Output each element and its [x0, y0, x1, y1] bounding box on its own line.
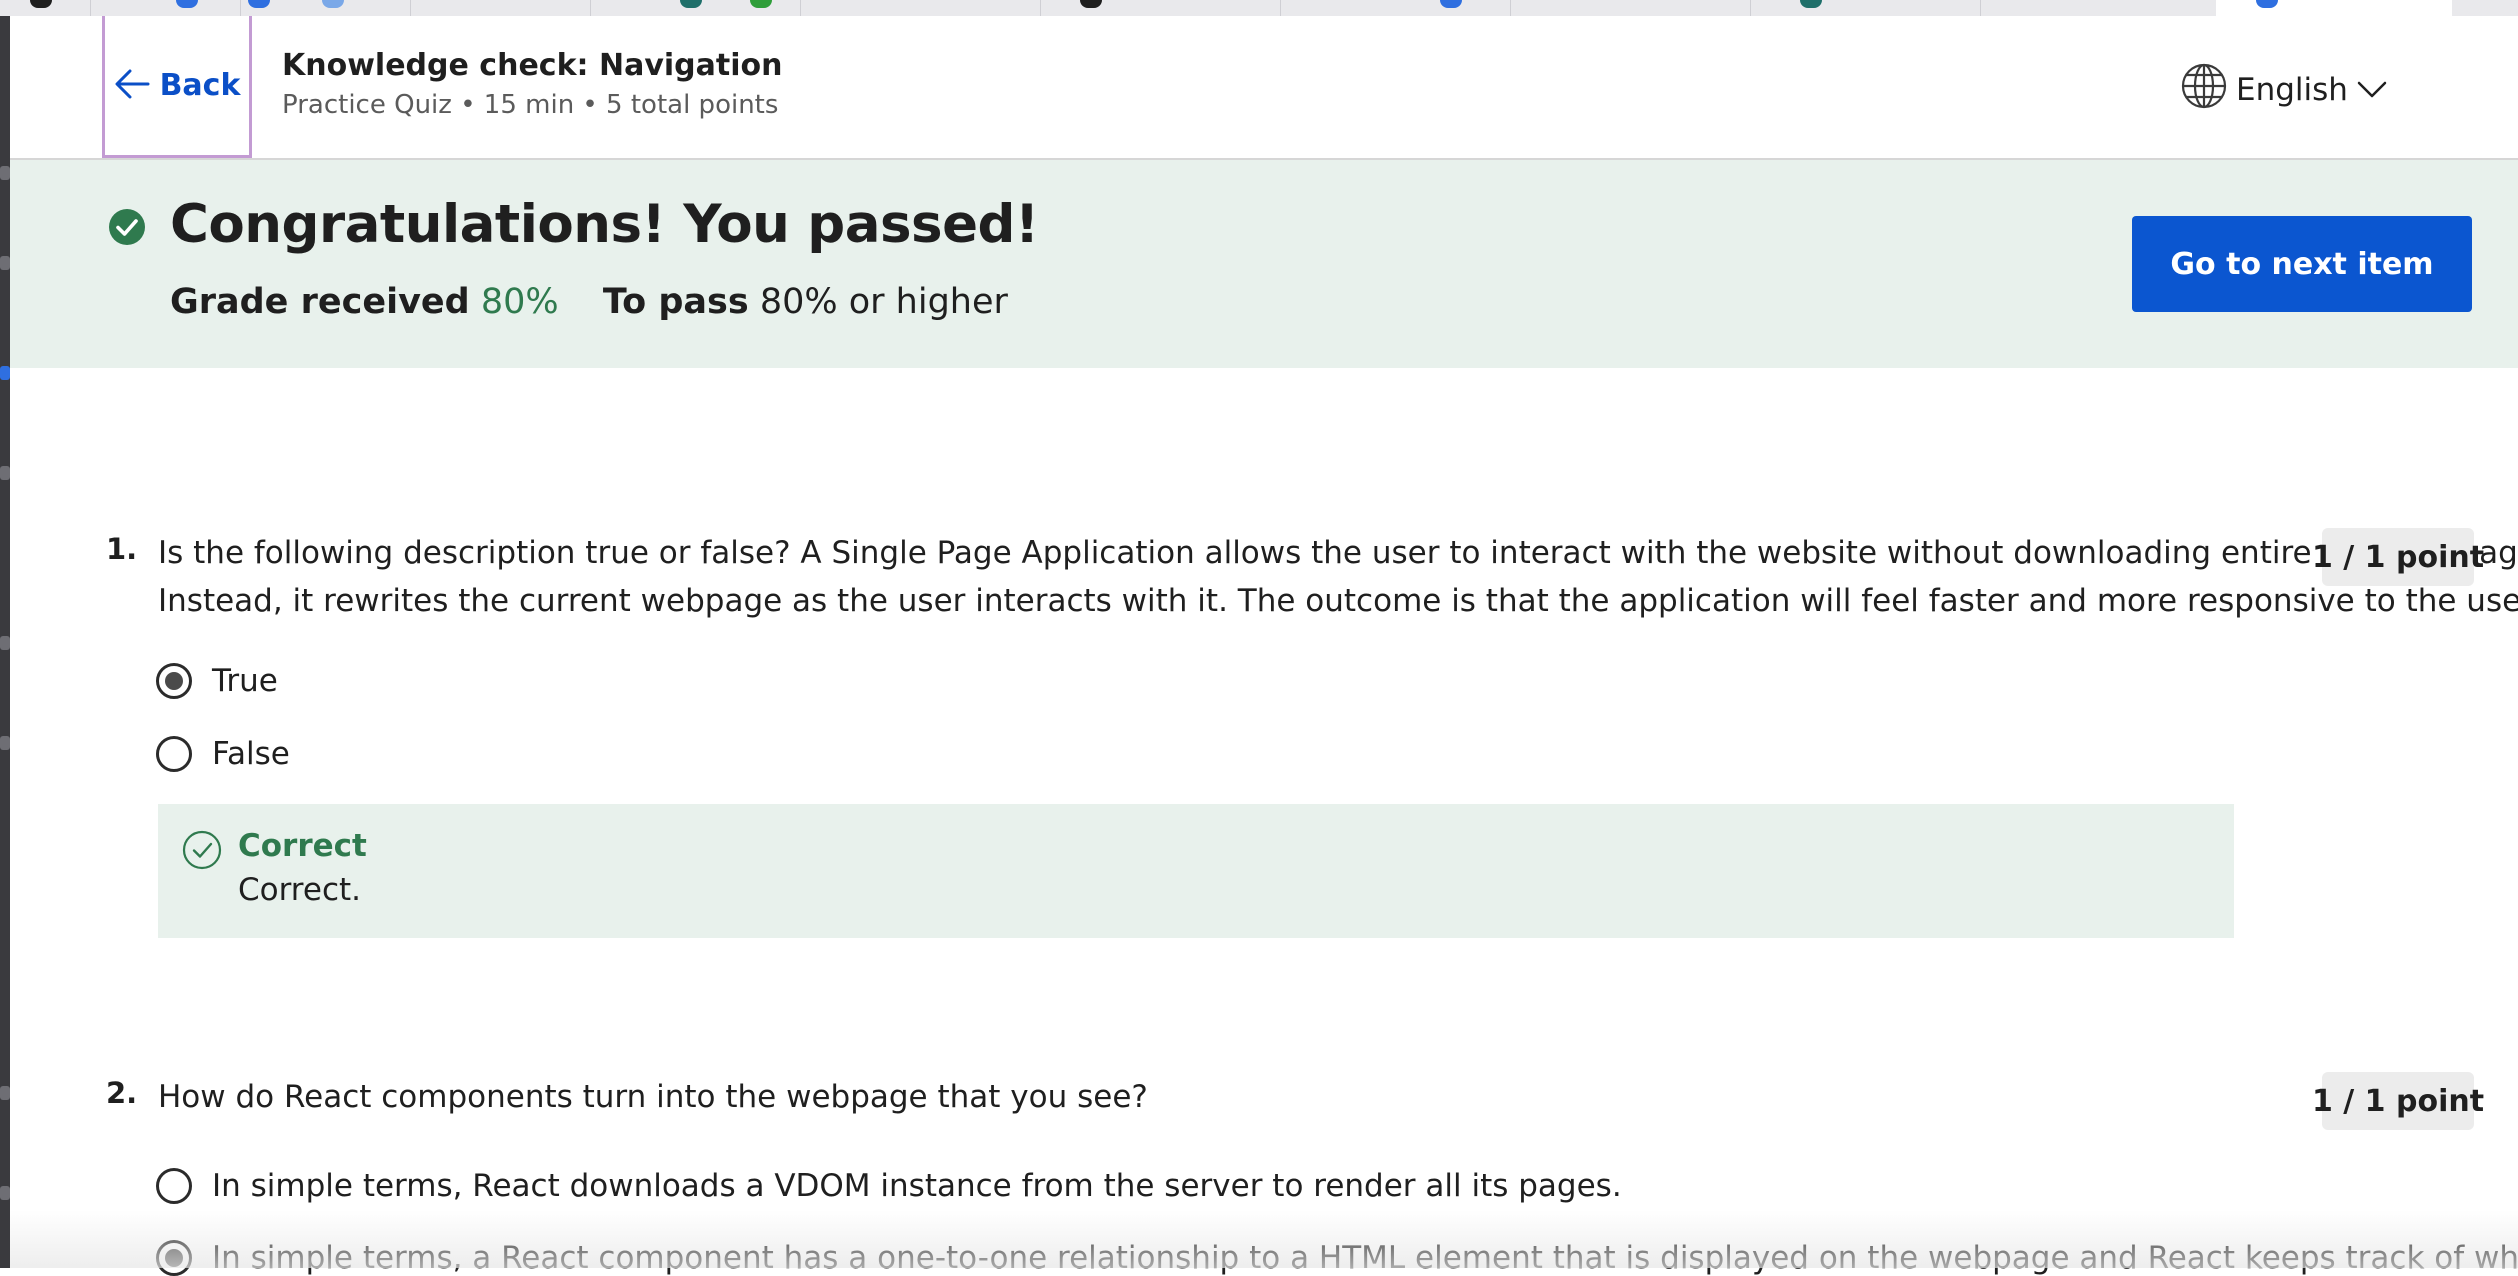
radio-selected[interactable]	[156, 663, 192, 699]
browser-tab[interactable]	[1750, 0, 1981, 16]
side-panel-icon[interactable]	[0, 1186, 10, 1200]
answer-feedback: Correct Correct.	[158, 804, 2234, 938]
side-panel-icon[interactable]	[0, 256, 10, 270]
feedback-title: Correct	[238, 828, 367, 864]
language-label: English	[2236, 72, 2348, 108]
radio-selected[interactable]	[156, 1240, 192, 1276]
pass-headline: Congratulations! You passed!	[170, 194, 1039, 255]
browser-tab[interactable]	[410, 0, 591, 16]
answer-option[interactable]: True	[156, 663, 278, 699]
to-pass-label: To pass	[602, 282, 749, 322]
browser-tab[interactable]	[90, 0, 241, 16]
browser-tab[interactable]	[1280, 0, 1511, 16]
answer-option-label: In simple terms, React downloads a VDOM …	[212, 1168, 1622, 1204]
question-points: 1 / 1 point	[2312, 528, 2484, 586]
grade-summary: Grade received 80% To pass 80% or higher	[170, 282, 1008, 322]
chevron-down-icon	[2356, 72, 2388, 108]
tab-favicon-icon	[2256, 0, 2278, 8]
browser-tab[interactable]	[1510, 0, 1751, 16]
quiz-meta: Practice Quiz • 15 min • 5 total points	[282, 90, 779, 120]
feedback-text: Correct.	[238, 872, 362, 908]
side-panel-icon[interactable]	[0, 366, 10, 380]
grade-received-value: 80%	[480, 282, 559, 322]
question-points: 1 / 1 point	[2312, 1072, 2484, 1130]
browser-tab-strip	[0, 0, 2518, 17]
check-circle-icon	[108, 208, 146, 250]
radio-unselected[interactable]	[156, 1168, 192, 1204]
page-title: Knowledge check: Navigation	[282, 48, 783, 83]
side-panel-icon[interactable]	[0, 466, 10, 480]
browser-tab[interactable]	[1040, 0, 1281, 16]
question-text: Is the following description true or fal…	[158, 529, 2518, 625]
answer-option[interactable]: False	[156, 736, 290, 772]
answer-option-label: In simple terms, a React component has a…	[212, 1240, 2518, 1276]
question-text-line: Is the following description true or fal…	[158, 535, 2518, 571]
answer-option[interactable]: In simple terms, a React component has a…	[156, 1240, 2518, 1276]
to-pass-value: 80% or higher	[759, 282, 1008, 322]
answer-option-label: True	[212, 663, 278, 699]
question-number: 1.	[106, 532, 138, 566]
side-panel-strip	[0, 16, 10, 1268]
result-banner: Congratulations! You passed! Grade recei…	[10, 160, 2518, 368]
back-label: Back	[159, 68, 241, 103]
browser-tab[interactable]	[800, 0, 1041, 16]
globe-icon	[2180, 62, 2228, 118]
browser-tab[interactable]	[1980, 0, 2217, 16]
side-panel-icon[interactable]	[0, 636, 10, 650]
side-panel-icon[interactable]	[0, 736, 10, 750]
check-outline-icon	[182, 830, 222, 874]
quiz-header: Back Knowledge check: Navigation Practic…	[10, 16, 2518, 160]
side-panel-icon[interactable]	[0, 1086, 10, 1100]
answer-option[interactable]: In simple terms, React downloads a VDOM …	[156, 1168, 1622, 1204]
question-number: 2.	[106, 1076, 138, 1110]
browser-tab-active[interactable]	[2216, 0, 2452, 16]
language-selector[interactable]: English	[2180, 62, 2388, 118]
question-text-line: Instead, it rewrites the current webpage…	[158, 583, 2518, 619]
question-text: How do React components turn into the we…	[158, 1079, 1148, 1115]
grade-received-label: Grade received	[170, 282, 470, 322]
side-panel-icon[interactable]	[0, 166, 10, 180]
radio-unselected[interactable]	[156, 736, 192, 772]
answer-option-label: False	[212, 736, 290, 772]
go-to-next-item-button[interactable]: Go to next item	[2132, 216, 2472, 312]
back-button[interactable]: Back	[102, 16, 252, 158]
arrow-left-icon	[114, 66, 150, 106]
